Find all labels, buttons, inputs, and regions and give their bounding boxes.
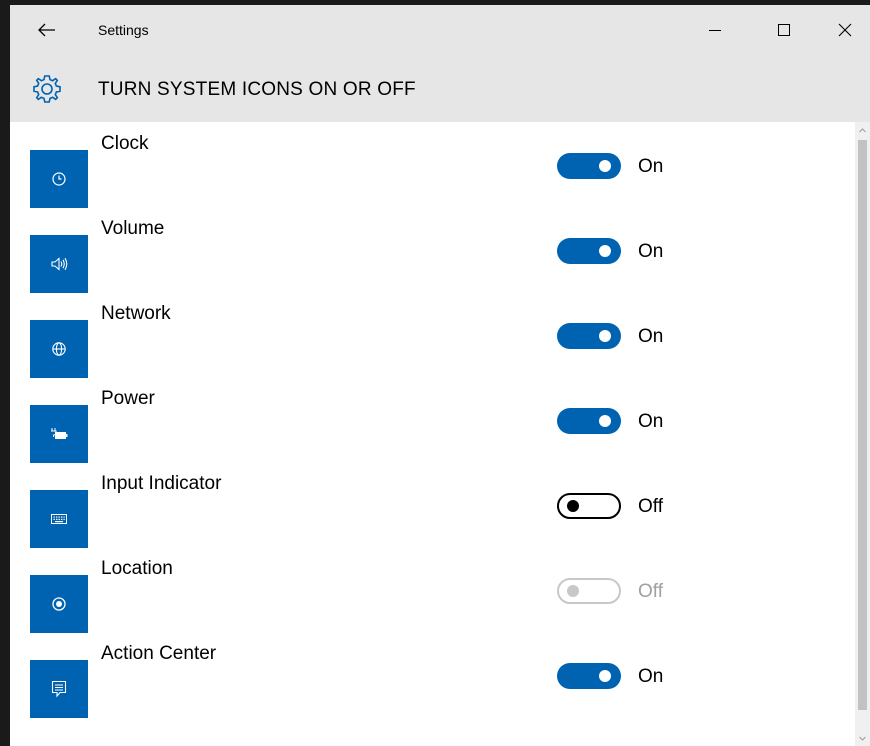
location-toggle [557, 578, 621, 604]
clock-state: On [638, 156, 664, 177]
close-icon [838, 23, 852, 37]
list-item-action-center: Action Center On [10, 632, 855, 718]
chevron-down-icon [859, 736, 866, 741]
input-indicator-state: Off [638, 496, 663, 517]
power-label: Power [101, 388, 155, 409]
window-frame-left [0, 0, 10, 746]
network-state: On [638, 326, 664, 347]
toggle-knob [599, 245, 611, 257]
location-state: Off [638, 581, 663, 602]
toggle-knob [599, 330, 611, 342]
action-center-state: On [638, 666, 664, 687]
close-button[interactable] [825, 15, 865, 45]
location-label: Location [101, 558, 173, 579]
power-toggle[interactable] [557, 408, 621, 434]
chevron-up-icon [859, 127, 866, 132]
back-arrow-icon [38, 23, 55, 37]
clock-icon [30, 150, 88, 208]
toggle-knob [567, 585, 579, 597]
vertical-scrollbar[interactable] [855, 122, 870, 746]
list-item-clock: Clock On [10, 122, 855, 208]
list-item-volume: Volume On [10, 207, 855, 293]
toggle-knob [567, 500, 579, 512]
toggle-knob [599, 160, 611, 172]
page-title: TURN SYSTEM ICONS ON OR OFF [98, 79, 416, 100]
scroll-down-button[interactable] [855, 730, 870, 746]
power-state: On [638, 411, 664, 432]
minimize-icon [709, 30, 721, 31]
input-indicator-label: Input Indicator [101, 473, 222, 494]
gear-icon [30, 72, 64, 106]
volume-icon [30, 235, 88, 293]
maximize-button[interactable] [764, 15, 804, 45]
maximize-icon [778, 24, 790, 36]
action-center-icon [30, 660, 88, 718]
list-item-power: Power On [10, 377, 855, 463]
clock-label: Clock [101, 133, 149, 154]
action-center-label: Action Center [101, 643, 217, 664]
volume-state: On [638, 241, 664, 262]
action-center-toggle[interactable] [557, 663, 621, 689]
settings-list: Clock On Volume On Network On Power On I… [10, 122, 855, 746]
keyboard-icon [30, 490, 88, 548]
minimize-button[interactable] [695, 15, 735, 45]
volume-toggle[interactable] [557, 238, 621, 264]
network-toggle[interactable] [557, 323, 621, 349]
toggle-knob [599, 670, 611, 682]
page-header: TURN SYSTEM ICONS ON OR OFF [10, 57, 870, 122]
window-title: Settings [98, 22, 149, 38]
network-globe-icon [30, 320, 88, 378]
list-item-location: Location Off [10, 547, 855, 633]
back-button[interactable] [32, 15, 62, 45]
clock-toggle[interactable] [557, 153, 621, 179]
scroll-up-button[interactable] [855, 122, 870, 138]
title-bar: Settings [10, 5, 870, 57]
scrollbar-thumb[interactable] [858, 140, 867, 710]
volume-label: Volume [101, 218, 165, 239]
location-icon [30, 575, 88, 633]
network-label: Network [101, 303, 171, 324]
toggle-knob [599, 415, 611, 427]
input-indicator-toggle[interactable] [557, 493, 621, 519]
power-battery-icon [30, 405, 88, 463]
list-item-input-indicator: Input Indicator Off [10, 462, 855, 548]
list-item-network: Network On [10, 292, 855, 378]
